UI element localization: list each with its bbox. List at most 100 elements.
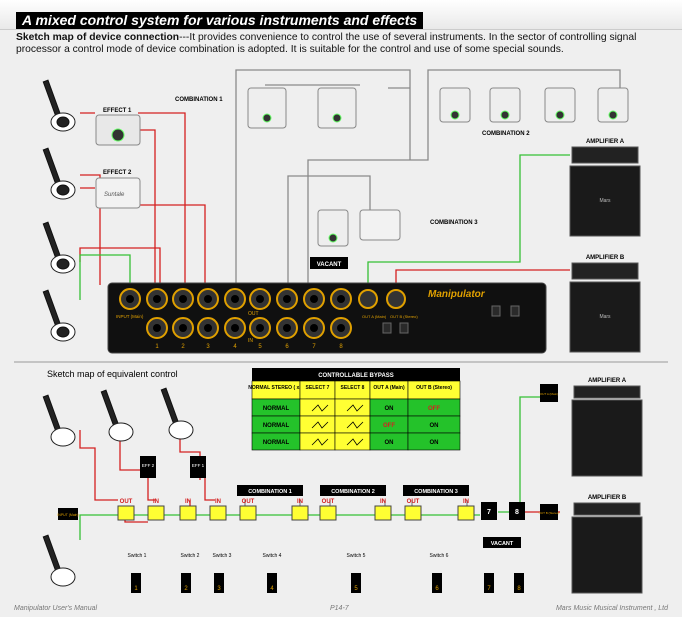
bypass-title: CONTROLLABLE BYPASS <box>318 373 394 379</box>
jack-hole <box>179 324 187 332</box>
vacant-label-top: VACANT <box>317 262 342 268</box>
jack-hole <box>283 324 291 332</box>
b-input-label: INPUT (Main) <box>57 513 78 517</box>
jack-hole <box>283 295 291 303</box>
jack-outa <box>358 289 378 309</box>
switch-tag: IN <box>380 499 386 505</box>
effect-pedals-top: EFFECT 1 Suntale EFFECT 2 COMBINATION 1 … <box>95 87 629 247</box>
jack-hole <box>153 295 161 303</box>
switch-box <box>374 505 392 521</box>
footer-center: P14-7 <box>330 605 349 612</box>
unit-input-label: INPUT (Main) <box>116 314 144 319</box>
footer: Manipulator User's Manual P14-7 Mars Mus… <box>0 601 682 617</box>
jack-outb <box>386 289 406 309</box>
manipulator-unit: INPUT (Main) OUT IN Manipulator OUT A (M… <box>107 282 547 354</box>
bypass-cell <box>299 415 336 434</box>
bypass-header: OUT B (Stereo) <box>416 385 452 391</box>
unit-out-label: OUT <box>248 311 259 317</box>
switch-label: Switch 4 <box>263 553 282 559</box>
b-outa: OUT A (Main) <box>540 392 558 396</box>
bypass-value: ON <box>430 440 439 446</box>
guitar-icon <box>42 534 76 587</box>
jack-hole <box>310 324 318 332</box>
guitars-bottom <box>42 387 194 587</box>
effect2-pedal: Suntale <box>95 177 141 209</box>
switch-label: Switch 3 <box>213 553 232 559</box>
switch-box <box>457 505 475 521</box>
amp-a-label-bottom: AMPLIFIER A <box>588 378 627 384</box>
switch-tag: IN <box>185 499 191 505</box>
amplifiers-bottom: AMPLIFIER A AMPLIFIER B <box>571 378 643 594</box>
bottom-heading: Sketch map of equivalent control <box>47 369 178 379</box>
bypass-cell <box>299 398 336 417</box>
jack-hole <box>256 324 264 332</box>
eff1-label: EFF 1 <box>192 463 205 468</box>
jack-hole <box>126 295 134 303</box>
combination1-pedal-b <box>317 87 357 129</box>
guitar-icon <box>100 389 134 442</box>
combination3-pedal-a <box>317 209 349 247</box>
jack-hole <box>204 295 212 303</box>
comb-tags: COMBINATION 1 COMBINATION 2 COMBINATION … <box>237 485 469 496</box>
amp-a-cab-brand: Mars <box>599 198 611 204</box>
switch-tag: IN <box>297 499 303 505</box>
unit-outb-label: OUT B (Stereo) <box>390 314 418 319</box>
bypass-cell <box>299 432 336 451</box>
jack-hole <box>310 295 318 303</box>
guitar-icon <box>42 221 76 274</box>
amp-b-label-bottom: AMPLIFIER B <box>588 495 627 501</box>
combination1-label: COMBINATION 1 <box>175 97 223 103</box>
amp-b-cab-b <box>571 516 643 594</box>
combination3-pedal-b <box>359 209 401 241</box>
bypass-table: CONTROLLABLE BYPASS NORMAL STEREO ( x2) S… <box>248 368 461 451</box>
footer-right: Mars Music Musical Instrument , Ltd <box>555 605 668 612</box>
sel8-label: 8 <box>515 509 519 516</box>
bypass-header: SELECT 7 <box>306 385 330 391</box>
b-vacant: VACANT <box>491 541 514 547</box>
switch-label: Switch 6 <box>430 553 449 559</box>
unit-outa-label: OUT A (Main) <box>362 314 387 319</box>
switch-box <box>147 505 165 521</box>
unit-brand: Manipulator <box>428 289 486 300</box>
switch-box <box>179 505 197 521</box>
combination2-pedal-b <box>489 87 521 123</box>
jack-hole <box>204 324 212 332</box>
bypass-value: NORMAL <box>263 423 290 429</box>
effect1-label: EFFECT 1 <box>103 108 132 114</box>
guitar-icon <box>42 394 76 447</box>
unit-in-label: IN <box>248 338 253 344</box>
guitars-top <box>42 79 76 342</box>
b-comb1: COMBINATION 1 <box>248 489 292 495</box>
switch-tag: OUT <box>120 499 133 505</box>
amp-a-head-b <box>573 385 641 399</box>
effect2-label: EFFECT 2 <box>103 170 132 176</box>
switch-tag: OUT <box>322 499 335 505</box>
jack-hole <box>179 295 187 303</box>
jack-hole <box>337 324 345 332</box>
amplifiers-top: AMPLIFIER A Mars AMPLIFIER B Mars <box>569 139 641 353</box>
amp-a-head <box>571 146 639 164</box>
guitar-icon <box>160 387 194 440</box>
switch-tag: IN <box>153 499 159 505</box>
combination2-pedal-d <box>597 87 629 123</box>
switch-label: Switch 2 <box>181 553 200 559</box>
b-outb: OUT B (Stereo) <box>539 511 560 515</box>
bypass-grid: NORMAL STEREO ( x2) SELECT 7 SELECT 8 OUT A… <box>248 380 461 451</box>
combination2-pedal-a <box>439 87 471 123</box>
switch-box <box>319 505 337 521</box>
wire-guitar3 <box>79 247 161 285</box>
jack-hole <box>337 295 345 303</box>
effect1-pedal <box>95 114 141 146</box>
footswitch-row: 12345678 <box>131 573 524 593</box>
amp-b-head-b <box>573 502 641 516</box>
bypass-value: ON <box>430 423 439 429</box>
bypass-value: OFF <box>428 406 440 412</box>
amp-a-cab-b <box>571 399 643 477</box>
wire-fx1-return <box>138 112 186 285</box>
sel7-label: 7 <box>487 509 491 516</box>
switch-tag: OUT <box>242 499 255 505</box>
wire-b-guitar1 <box>79 430 118 501</box>
switch-box <box>291 505 309 521</box>
svg-text:Suntale: Suntale <box>104 192 125 198</box>
eff2-label: EFF 2 <box>142 463 155 468</box>
